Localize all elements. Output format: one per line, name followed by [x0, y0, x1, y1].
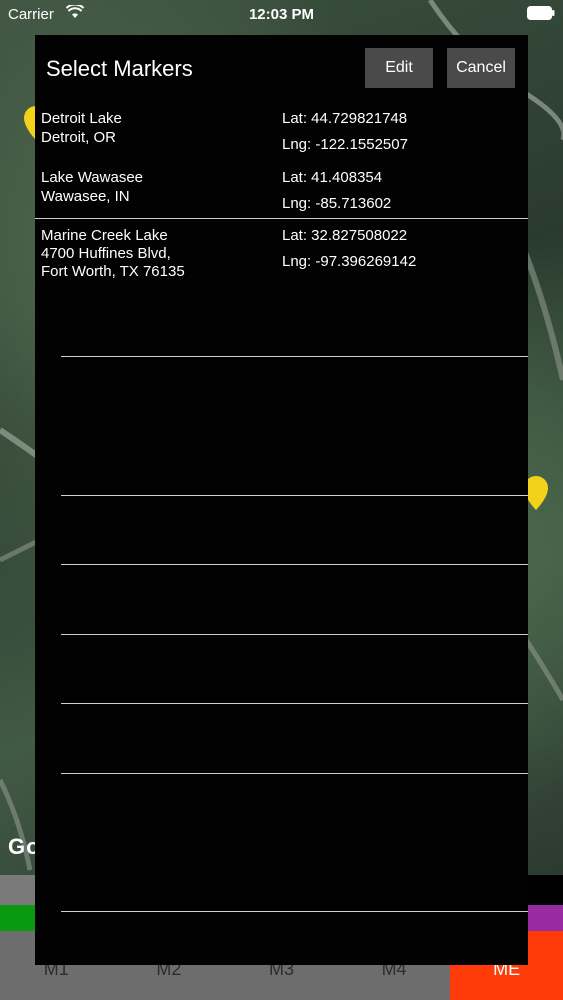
marker-lng: Lng: -97.396269142	[282, 253, 417, 270]
marker-row-lake-wawasee[interactable]: Lake Wawasee Wawasee, IN Lat: 41.408354 …	[35, 168, 528, 218]
marker-name: Marine Creek Lake	[41, 227, 168, 244]
row-separator	[61, 911, 528, 912]
marker-lng: Lng: -122.1552507	[282, 136, 408, 153]
edit-button[interactable]: Edit	[365, 48, 433, 88]
tabbar-corner	[528, 875, 563, 905]
row-separator	[61, 773, 528, 774]
cancel-button[interactable]: Cancel	[447, 48, 515, 88]
row-separator	[61, 564, 528, 565]
marker-name: Detroit Lake	[41, 110, 122, 127]
marker-address-line: Fort Worth, TX 76135	[41, 263, 185, 280]
marker-lat: Lat: 44.729821748	[282, 110, 408, 127]
row-separator	[61, 356, 528, 357]
marker-address-line: Wawasee, IN	[41, 188, 130, 205]
row-separator	[35, 218, 528, 219]
marker-address-line: 4700 Huffines Blvd,	[41, 245, 171, 262]
row-separator	[61, 703, 528, 704]
color-strip-purple	[528, 905, 563, 931]
status-bar: Carrier 12:03 PM	[0, 0, 563, 30]
marker-lng: Lng: -85.713602	[282, 195, 392, 212]
marker-lat: Lat: 32.827508022	[282, 227, 408, 244]
battery-icon	[527, 6, 555, 24]
marker-address-line: Detroit, OR	[41, 129, 117, 146]
marker-lat: Lat: 41.408354	[282, 169, 383, 186]
marker-name: Lake Wawasee	[41, 169, 143, 186]
row-separator	[61, 495, 528, 496]
marker-row-marine-creek-lake[interactable]: Marine Creek Lake 4700 Huffines Blvd, Fo…	[35, 227, 528, 297]
modal-title: Select Markers	[46, 56, 193, 81]
row-separator	[61, 634, 528, 635]
color-strip-green	[0, 905, 35, 931]
marker-row-detroit-lake[interactable]: Detroit Lake Detroit, OR Lat: 44.7298217…	[35, 110, 528, 168]
status-time: 12:03 PM	[248, 6, 315, 23]
select-markers-modal: Select Markers Edit Cancel Detroit Lake …	[35, 35, 528, 965]
